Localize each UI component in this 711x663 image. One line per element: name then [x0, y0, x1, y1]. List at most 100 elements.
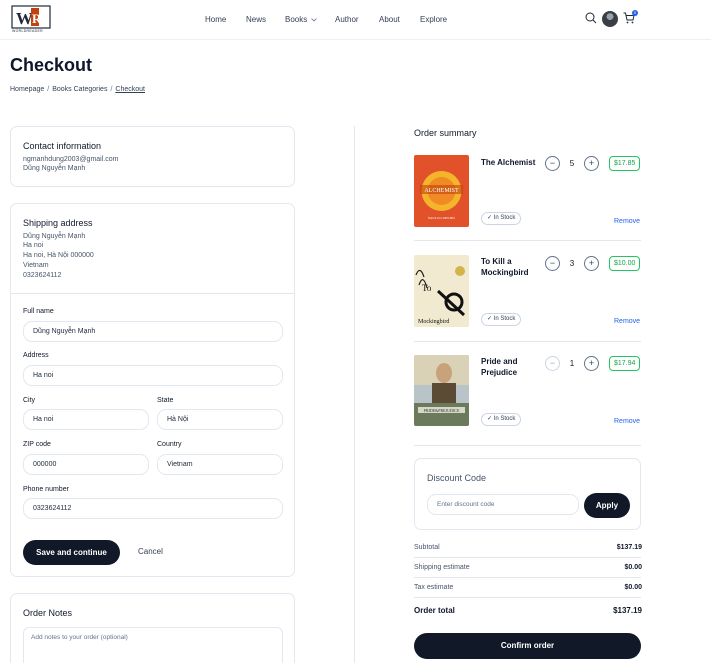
- breadcrumb: Homepage / Books Categories / Checkout: [10, 86, 145, 93]
- subtotal-value: $137.19: [616, 544, 642, 551]
- shipping-line: Vietnam: [23, 262, 49, 269]
- search-icon[interactable]: [585, 12, 597, 24]
- order-notes-placeholder: Add notes to your order (optional): [31, 634, 128, 641]
- order-notes-title: Order Notes: [23, 608, 73, 618]
- nav-about[interactable]: About: [379, 15, 400, 24]
- country-label: Country: [157, 441, 182, 448]
- book-title[interactable]: To Kill a Mockingbird: [481, 256, 541, 278]
- remove-item-button[interactable]: Remove: [614, 218, 640, 225]
- price-badge: $17.94: [609, 356, 641, 371]
- svg-text:PAULO COELHO: PAULO COELHO: [428, 216, 455, 220]
- user-avatar[interactable]: [602, 11, 618, 27]
- state-label: State: [157, 397, 174, 404]
- remove-item-button[interactable]: Remove: [614, 318, 640, 325]
- breadcrumb-categories[interactable]: Books Categories: [52, 86, 107, 93]
- cancel-button[interactable]: Cancel: [138, 547, 163, 556]
- increase-qty-button[interactable]: +: [584, 256, 599, 271]
- nav-books[interactable]: Books: [285, 15, 318, 24]
- phone-input[interactable]: 0323624112: [23, 498, 283, 519]
- svg-text:PRIDE&PREJUDICE: PRIDE&PREJUDICE: [424, 408, 460, 413]
- shipping-estimate-label: Shipping estimate: [414, 564, 470, 571]
- breadcrumb-current[interactable]: Checkout: [115, 86, 145, 93]
- stock-label: In Stock: [493, 416, 516, 422]
- order-total-label: Order total: [414, 606, 455, 615]
- item-divider: [414, 445, 641, 446]
- apply-discount-button[interactable]: Apply: [584, 493, 630, 518]
- quantity-value: 1: [569, 359, 575, 368]
- in-stock-badge: ✓ In Stock: [481, 313, 522, 326]
- price-badge: $10.00: [609, 256, 641, 271]
- address-input[interactable]: Ha noi: [23, 365, 283, 386]
- order-total-value: $137.19: [613, 606, 642, 615]
- save-continue-button[interactable]: Save and continue: [23, 540, 120, 565]
- totals-divider: [414, 597, 641, 598]
- shipping-divider: [11, 293, 294, 294]
- page-title: Checkout: [10, 55, 93, 75]
- svg-text:To: To: [422, 283, 432, 293]
- stock-label: In Stock: [493, 215, 516, 221]
- discount-card: Discount Code Enter discount code Apply: [414, 458, 641, 530]
- decrease-qty-button[interactable]: −: [545, 156, 560, 171]
- check-icon: ✓: [487, 215, 493, 221]
- full-name-label: Full name: [23, 308, 54, 315]
- book-cover-alchemist[interactable]: ALCHEMIST PAULO COELHO: [414, 155, 469, 227]
- totals-divider: [414, 557, 641, 558]
- totals-divider: [414, 577, 641, 578]
- site-header: W R WORLDREADER Home News Books Author A…: [0, 0, 711, 40]
- decrease-qty-button[interactable]: −: [545, 356, 560, 371]
- contact-email: ngmanhdung2003@gmail.com: [23, 156, 119, 163]
- phone-label: Phone number: [23, 486, 69, 493]
- item-divider: [414, 240, 641, 241]
- item-divider: [414, 341, 641, 342]
- decrease-qty-button[interactable]: −: [545, 256, 560, 271]
- svg-text:R: R: [32, 11, 42, 26]
- svg-text:W: W: [16, 9, 33, 28]
- address-label: Address: [23, 352, 49, 359]
- increase-qty-button[interactable]: +: [584, 156, 599, 171]
- order-notes-textarea[interactable]: Add notes to your order (optional): [23, 627, 283, 663]
- confirm-order-button[interactable]: Confirm order: [414, 633, 641, 659]
- discount-placeholder: Enter discount code: [437, 501, 495, 508]
- country-select[interactable]: Vietnam: [157, 454, 283, 475]
- nav-home[interactable]: Home: [205, 15, 226, 24]
- check-icon: ✓: [487, 316, 493, 322]
- discount-title: Discount Code: [427, 473, 487, 483]
- svg-text:ALCHEMIST: ALCHEMIST: [424, 188, 459, 194]
- book-cover-pride[interactable]: PRIDE&PREJUDICE: [414, 355, 469, 426]
- book-title[interactable]: The Alchemist: [481, 157, 543, 168]
- quantity-value: 5: [569, 159, 575, 168]
- shipping-line: 0323624112: [23, 272, 62, 279]
- city-input[interactable]: Ha noi: [23, 409, 149, 430]
- book-title[interactable]: Pride and Prejudice: [481, 356, 531, 378]
- tax-estimate-value: $0.00: [624, 584, 642, 591]
- city-label: City: [23, 397, 36, 404]
- in-stock-badge: ✓ In Stock: [481, 413, 522, 426]
- order-notes-card: Order Notes Add notes to your order (opt…: [10, 593, 295, 663]
- book-cover-mockingbird[interactable]: To Mockingbird: [414, 255, 469, 327]
- subtotal-label: Subtotal: [414, 544, 440, 551]
- stock-label: In Stock: [493, 316, 516, 322]
- zip-label: ZIP code: [23, 441, 51, 448]
- breadcrumb-home[interactable]: Homepage: [10, 86, 44, 93]
- site-logo[interactable]: W R WORLDREADER: [11, 5, 51, 35]
- order-summary-title: Order summary: [414, 128, 477, 138]
- nav-author[interactable]: Author: [335, 15, 359, 24]
- shipping-title: Shipping address: [23, 218, 93, 228]
- tax-estimate-label: Tax estimate: [414, 584, 454, 591]
- remove-item-button[interactable]: Remove: [614, 418, 640, 425]
- shipping-line: Dũng Nguyễn Mạnh: [23, 233, 86, 240]
- price-badge: $17.85: [609, 156, 641, 171]
- nav-explore[interactable]: Explore: [420, 15, 447, 24]
- contact-name: Dũng Nguyễn Mạnh: [23, 165, 86, 172]
- shipping-line: Ha noi, Hà Nội 000000: [23, 252, 94, 259]
- shipping-card: Shipping address Dũng Nguyễn Mạnh Ha noi…: [10, 203, 295, 577]
- in-stock-badge: ✓ In Stock: [481, 212, 522, 225]
- increase-qty-button[interactable]: +: [584, 356, 599, 371]
- discount-input[interactable]: Enter discount code: [427, 494, 579, 515]
- nav-news[interactable]: News: [246, 15, 266, 24]
- zip-input[interactable]: 000000: [23, 454, 149, 475]
- state-input[interactable]: Hà Nội: [157, 409, 283, 430]
- logo-text: WORLDREADER: [12, 29, 43, 33]
- full-name-input[interactable]: Dũng Nguyễn Mạnh: [23, 321, 283, 342]
- shipping-line: Ha noi: [23, 242, 44, 249]
